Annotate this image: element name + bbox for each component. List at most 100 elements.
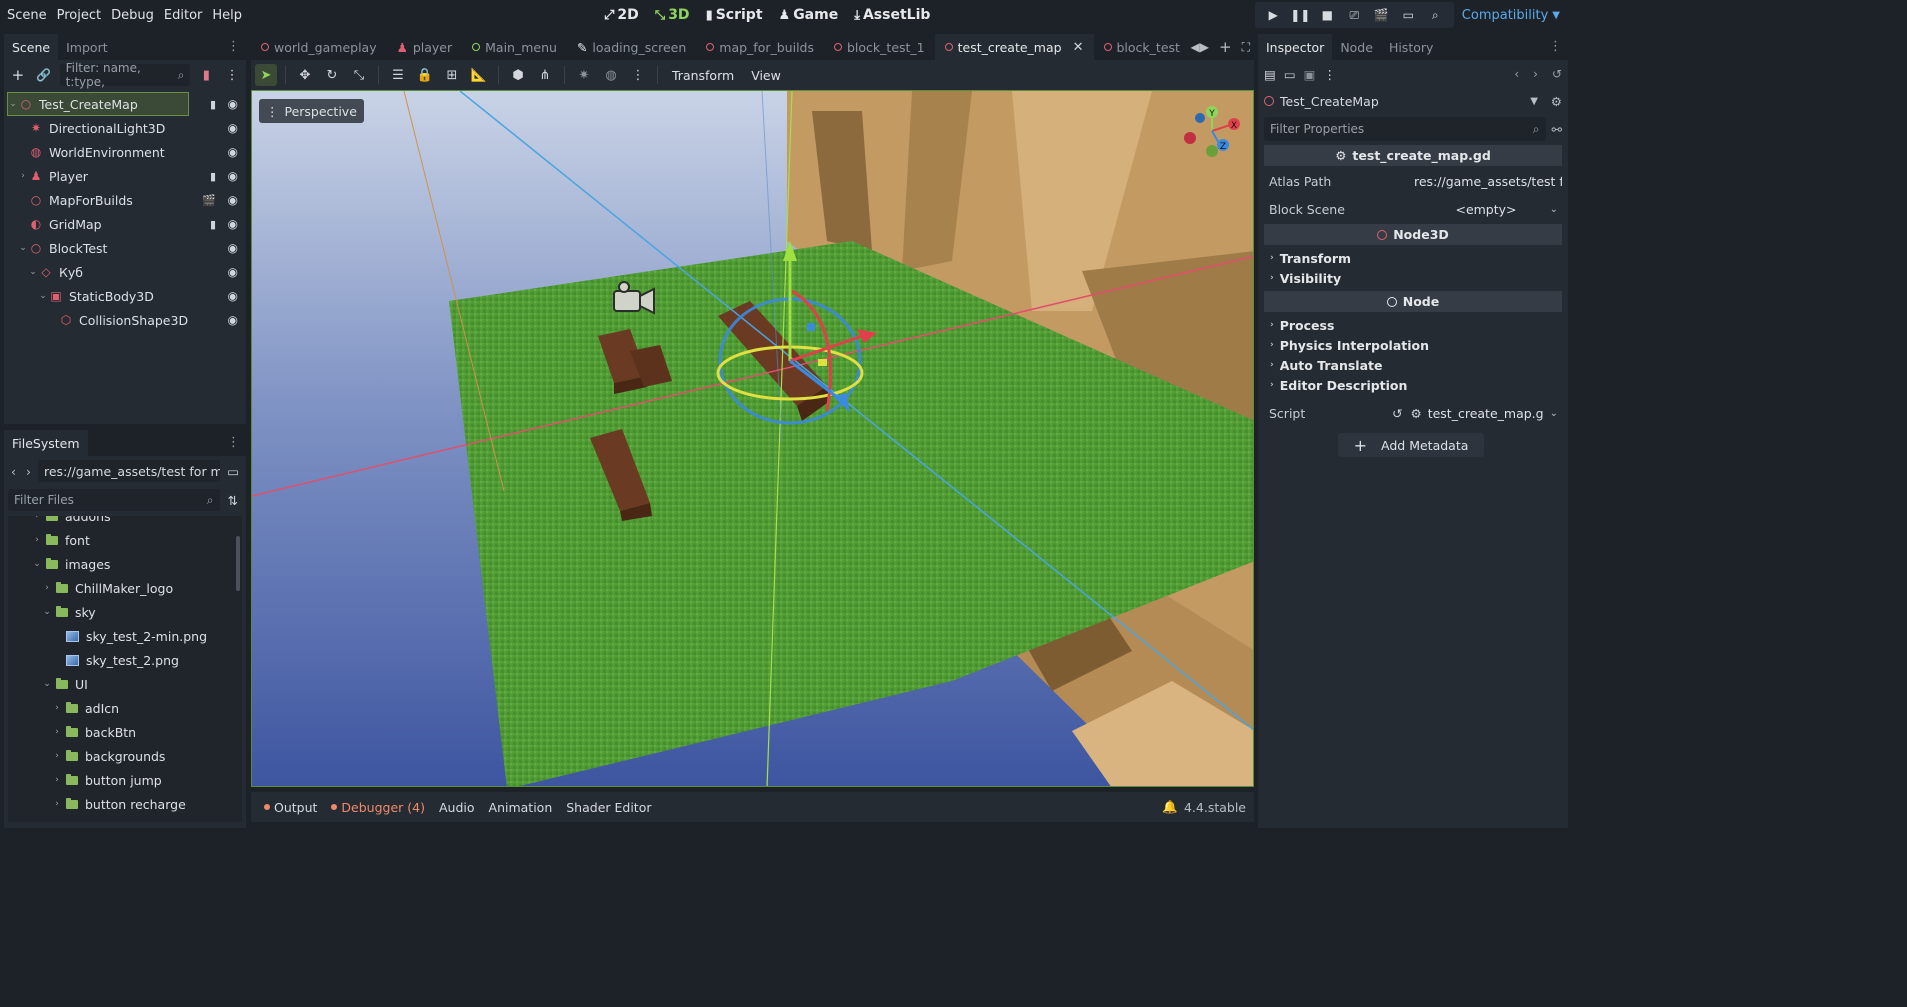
visibility-eye-icon[interactable]: ◉ <box>228 241 238 255</box>
pause-button[interactable]: ❚❚ <box>1288 4 1313 26</box>
back-icon[interactable]: ‹ <box>8 464 19 479</box>
object-history-icon[interactable]: ↺ <box>1552 67 1562 81</box>
sort-icon[interactable]: ⇅ <box>224 493 242 508</box>
folder-item[interactable]: ⌄ images <box>8 552 242 576</box>
scene-tree-node[interactable]: ✷ DirectionalLight3D ◉ <box>4 116 246 140</box>
sun-preview-button[interactable]: ✷ <box>573 64 595 86</box>
scene-tree-node[interactable]: ⌄ ◇ Куб ◉ <box>4 260 246 284</box>
visibility-eye-icon[interactable]: ◉ <box>228 193 238 207</box>
bottom-tab-animation[interactable]: Animation <box>482 800 560 815</box>
instantiate-scene-button[interactable]: 🔗 <box>34 65 54 85</box>
atlas-path-field[interactable]: res://game_assets/test fo <box>1404 169 1562 193</box>
visibility-eye-icon[interactable]: ◉ <box>228 145 238 159</box>
menu-scene[interactable]: Scene <box>2 8 52 23</box>
folder-item[interactable]: ⌄ sky <box>8 600 242 624</box>
expand-arrow-icon[interactable]: ⌄ <box>28 267 38 277</box>
expand-arrow-icon[interactable]: › <box>52 799 62 809</box>
play-current-scene-button[interactable]: 🎬 <box>1369 4 1394 26</box>
menu-debug[interactable]: Debug <box>106 8 159 23</box>
visibility-eye-icon[interactable]: ◉ <box>228 313 238 327</box>
tab-node[interactable]: Node <box>1332 34 1381 60</box>
forward-icon[interactable]: › <box>23 464 34 479</box>
stop-button[interactable]: ■ <box>1315 4 1340 26</box>
chevron-down-icon[interactable]: ⌄ <box>1550 408 1558 419</box>
property-options-icon[interactable]: ⚯ <box>1552 122 1562 137</box>
inspector-group-editor-description[interactable]: › Editor Description <box>1264 375 1562 395</box>
scene-tab[interactable]: map_for_builds <box>696 34 824 60</box>
expand-arrow-icon[interactable]: ⌄ <box>42 607 52 617</box>
revert-icon[interactable]: ↺ <box>1392 406 1402 421</box>
expand-arrow-icon[interactable]: › <box>52 727 62 737</box>
chevron-down-icon[interactable]: ⌄ <box>1550 204 1558 215</box>
scroll-tabs-icon[interactable]: ◀▶ <box>1191 40 1209 54</box>
node-settings-icon[interactable]: ⚙ <box>1551 94 1562 109</box>
visibility-eye-icon[interactable]: ◉ <box>228 289 238 303</box>
menu-help[interactable]: Help <box>207 8 247 23</box>
node-section-header[interactable]: Node <box>1264 291 1562 312</box>
list-selection-button[interactable]: ☰ <box>387 64 409 86</box>
new-resource-icon[interactable]: ▤ <box>1264 67 1276 82</box>
scene-tab[interactable]: ✎ loading_screen <box>567 34 696 60</box>
scene-tab[interactable]: ♟ player <box>387 34 463 60</box>
movie-maker-button[interactable]: ⌕ <box>1423 4 1448 26</box>
expand-arrow-icon[interactable]: ⌄ <box>8 99 18 109</box>
script-attached-icon[interactable]: 🎬 <box>202 194 216 207</box>
visibility-eye-icon[interactable]: ◉ <box>228 265 238 279</box>
inspector-group-process[interactable]: › Process <box>1264 315 1562 335</box>
distraction-free-icon[interactable]: ⛶ <box>1242 40 1250 55</box>
ruler-icon[interactable]: 📐 <box>468 64 490 86</box>
scene-filter-input[interactable]: Filter: name, t:type, ⌕ <box>59 61 191 89</box>
add-scene-tab-icon[interactable]: + <box>1219 38 1232 56</box>
history-forward-icon[interactable]: › <box>1533 67 1538 81</box>
add-node-button[interactable]: + <box>8 65 28 85</box>
tab-scene[interactable]: Scene <box>4 34 59 60</box>
file-item[interactable]: sky_test_2.png <box>8 648 242 672</box>
script-section-header[interactable]: ⚙ test_create_map.gd <box>1264 145 1562 166</box>
lock-icon[interactable]: 🔒 <box>414 64 436 86</box>
bottom-tab-shader[interactable]: Shader Editor <box>559 800 658 815</box>
scene-tab[interactable]: block_test <box>1094 34 1190 60</box>
scene-tab[interactable]: block_test_1 <box>824 34 935 60</box>
filter-files-input[interactable]: Filter Files ⌕ <box>8 489 220 511</box>
expand-arrow-icon[interactable]: › <box>42 583 52 593</box>
transform-menu[interactable]: Transform <box>666 68 740 83</box>
perspective-menu-button[interactable]: ⋮ Perspective <box>259 99 364 123</box>
scene-tree-node[interactable]: ⌄ ▣ StaticBody3D ◉ <box>4 284 246 308</box>
save-resource-icon[interactable]: ▣ <box>1304 67 1316 82</box>
scene-menu-icon[interactable]: ⋮ <box>222 65 242 85</box>
menu-editor[interactable]: Editor <box>159 8 207 23</box>
snap-button[interactable]: ⋔ <box>534 64 556 86</box>
inspector-group-visibility[interactable]: › Visibility <box>1264 268 1562 288</box>
folder-item[interactable]: › backBtn <box>8 720 242 744</box>
split-view-icon[interactable]: ▭ <box>224 464 242 479</box>
play-project-button[interactable]: ▶ <box>1261 4 1286 26</box>
mode-2d-button[interactable]: ⤢ 2D <box>598 7 645 23</box>
inspector-group-auto-translate[interactable]: › Auto Translate <box>1264 355 1562 375</box>
expand-arrow-icon[interactable]: › <box>32 535 42 545</box>
view-menu[interactable]: View <box>745 68 787 83</box>
folder-item[interactable]: › button jump <box>8 768 242 792</box>
chevron-down-icon[interactable]: ▼ <box>1552 10 1568 21</box>
attach-script-button[interactable]: ▮ <box>196 65 216 85</box>
viewport-menu-icon[interactable]: ⋮ <box>627 64 649 86</box>
tab-inspector[interactable]: Inspector <box>1258 34 1333 60</box>
close-icon[interactable]: ✕ <box>1073 40 1084 55</box>
remote-debug-button[interactable]: ⎚ <box>1342 4 1367 26</box>
viewport-render[interactable]: Y X Z <box>252 91 1254 787</box>
script-attached-icon[interactable]: ▮ <box>210 170 216 183</box>
node3d-section-header[interactable]: Node3D <box>1264 224 1562 245</box>
inspector-group-transform[interactable]: › Transform <box>1264 248 1562 268</box>
scene-tree-node[interactable]: ○ MapForBuilds 🎬 ◉ <box>4 188 246 212</box>
folder-item[interactable]: › adIcn <box>8 696 242 720</box>
scene-tree-node[interactable]: ⬡ CollisionShape3D ◉ <box>4 308 246 332</box>
inspector-group-physics-interpolation[interactable]: › Physics Interpolation <box>1264 335 1562 355</box>
scene-tab[interactable]: test_create_map ✕ <box>934 34 1094 60</box>
visibility-eye-icon[interactable]: ◉ <box>228 97 238 111</box>
folder-item[interactable]: › backgrounds <box>8 744 242 768</box>
file-item[interactable]: sky_test_2-min.png <box>8 624 242 648</box>
select-mode-button[interactable]: ➤ <box>255 64 277 86</box>
dock-menu-icon[interactable]: ⋮ <box>227 39 240 54</box>
bottom-tab-debugger[interactable]: Debugger (4) <box>324 800 432 815</box>
scene-tab[interactable]: Main_menu <box>462 34 567 60</box>
folder-item[interactable]: ⌄ UI <box>8 672 242 696</box>
